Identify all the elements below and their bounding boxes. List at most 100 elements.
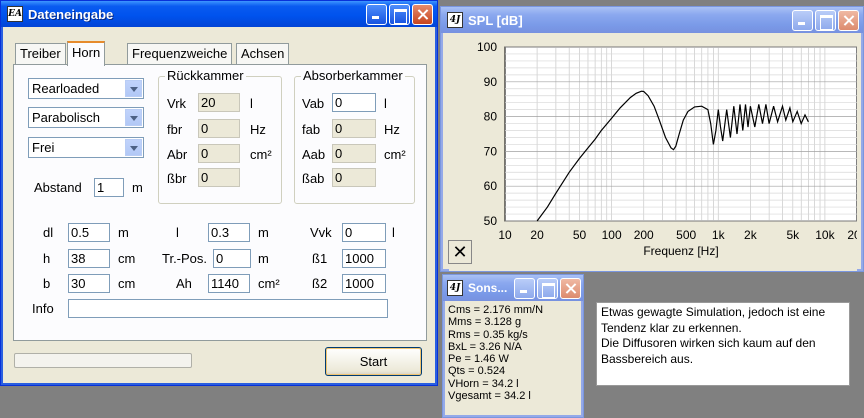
h-input[interactable]: 38 xyxy=(68,249,110,268)
vab-label: Vab xyxy=(302,96,325,111)
plot-area: 50 60 70 80 90 100 10 20 50 100 200 500 1k 2k 5k 10k 20k… xyxy=(449,35,857,271)
absorberkammer-title: Absorberkammer xyxy=(301,68,405,83)
abstand-unit: m xyxy=(132,180,143,195)
aab-field: 0 xyxy=(332,144,376,163)
l-unit: m xyxy=(258,225,269,240)
vvk-unit: l xyxy=(392,225,395,240)
spl-window-title: SPL [dB] xyxy=(468,12,523,28)
fbr-label: fbr xyxy=(167,122,183,137)
abstand-input[interactable]: 1 xyxy=(94,178,124,197)
aab-label: Aab xyxy=(302,147,326,162)
maximize-icon[interactable] xyxy=(537,277,558,299)
sons-titlebar[interactable]: 4J Sons... xyxy=(443,275,583,301)
info-label: Info xyxy=(32,301,54,316)
abr-field: 0 xyxy=(198,144,240,163)
vvk-input[interactable]: 0 xyxy=(342,223,386,242)
tab-treiber[interactable]: Treiber xyxy=(15,43,66,65)
start-button[interactable]: Start xyxy=(325,347,422,376)
chevron-down-icon[interactable] xyxy=(125,80,142,97)
note-line: Tendenz klar zu erkennen. xyxy=(601,320,742,335)
trpos-input[interactable]: 0 xyxy=(213,249,251,268)
dateneingabe-window: EA Dateneingabe Treiber Horn Frequenzwei… xyxy=(0,0,438,386)
horn-type-value: Rearloaded xyxy=(32,81,100,96)
list-item: BxL = 3.26 N/A xyxy=(448,340,522,353)
x-tick-label: 50 xyxy=(573,228,587,242)
sons-window-title: Sons... xyxy=(468,281,508,295)
fbr-field: 0 xyxy=(198,119,240,138)
fab-field: 0 xyxy=(332,119,376,138)
list-item: Cms = 2.176 mm/N xyxy=(448,304,544,316)
b1-input[interactable]: 1000 xyxy=(342,249,386,268)
list-item: Mms = 3.128 g xyxy=(448,316,522,329)
minimize-icon[interactable] xyxy=(792,9,813,31)
abr-label: Abr xyxy=(167,147,188,162)
fab-label: fab xyxy=(302,122,321,137)
chevron-down-icon[interactable] xyxy=(125,139,142,156)
x-tick-label: 100 xyxy=(602,228,622,242)
note-line: Bassbereich aus. xyxy=(601,351,694,366)
ah-input[interactable]: 1140 xyxy=(208,274,250,293)
vab-input[interactable]: 0 xyxy=(332,93,376,112)
tab-horn[interactable]: Horn xyxy=(67,41,106,66)
progress-bar xyxy=(14,353,192,368)
minimize-icon[interactable] xyxy=(366,3,387,25)
l-input[interactable]: 0.3 xyxy=(208,223,250,242)
vrk-label: Vrk xyxy=(167,96,187,111)
vvk-label: Vvk xyxy=(310,225,332,240)
spl-chart: 50 60 70 80 90 100 10 20 50 100 200 500 1k 2k 5k 10k 20k… xyxy=(477,40,857,258)
h-unit: cm xyxy=(118,251,136,266)
maximize-icon[interactable] xyxy=(389,3,410,25)
app-icon: 4J xyxy=(447,280,463,296)
x-tick-label: 200 xyxy=(634,228,654,242)
dateneingabe-titlebar[interactable]: EA Dateneingabe xyxy=(1,1,437,27)
horn-tab-panel: Rearloaded Parabolisch Frei Abstand 1 m … xyxy=(13,64,427,341)
b1-label: ß1 xyxy=(312,251,328,266)
spl-titlebar[interactable]: 4J SPL [dB] xyxy=(441,7,863,33)
close-plot-icon[interactable]: ✕ xyxy=(448,240,472,264)
bbr-field: 0 xyxy=(198,168,240,187)
chevron-down-icon[interactable] xyxy=(125,109,142,126)
aab-unit: cm² xyxy=(384,147,406,162)
vrk-unit: l xyxy=(250,96,253,111)
dl-label: dl xyxy=(43,225,54,240)
dl-input[interactable]: 0.5 xyxy=(68,223,110,242)
note-line: Etwas gewagte Simulation, jedoch ist ein… xyxy=(601,305,826,319)
vrk-field: 20 xyxy=(198,93,240,112)
bab-label: ßab xyxy=(302,171,325,186)
x-tick-label: 5k xyxy=(786,228,800,242)
mount-select[interactable]: Frei xyxy=(28,137,144,158)
b-unit: cm xyxy=(118,276,136,291)
close-icon[interactable] xyxy=(412,3,433,25)
minimize-icon[interactable] xyxy=(514,277,535,299)
ah-label: Ah xyxy=(176,276,192,291)
list-item: Qts = 0.524 xyxy=(448,365,506,378)
driver-params-list: Cms = 2.176 mm/N Mms = 3.128 g Rms = 0.3… xyxy=(448,304,580,414)
close-icon[interactable] xyxy=(838,9,859,31)
abr-unit: cm² xyxy=(250,147,272,162)
b-input[interactable]: 30 xyxy=(68,274,110,293)
close-icon[interactable] xyxy=(560,277,581,299)
y-tick-label: 60 xyxy=(484,179,498,193)
y-tick-label: 50 xyxy=(484,214,498,228)
maximize-icon[interactable] xyxy=(815,9,836,31)
tab-frequenzweiche[interactable]: Frequenzweiche xyxy=(127,43,233,65)
x-tick-label: 10 xyxy=(498,228,512,242)
fbr-unit: Hz xyxy=(250,122,266,137)
fab-unit: Hz xyxy=(384,122,400,137)
horn-type-select[interactable]: Rearloaded xyxy=(28,78,144,99)
b2-input[interactable]: 1000 xyxy=(342,274,386,293)
x-tick-label: 10k xyxy=(815,228,835,242)
tab-achsen[interactable]: Achsen xyxy=(236,43,290,65)
bbr-label: ßbr xyxy=(167,171,187,186)
h-label: h xyxy=(43,251,51,266)
horn-profile-select[interactable]: Parabolisch xyxy=(28,107,144,128)
x-tick-label: 500 xyxy=(676,228,696,242)
spl-window: 4J SPL [dB] 50 60 70 80 90 100 10 20 50 100 200 500… xyxy=(440,6,864,272)
window-title: Dateneingabe xyxy=(28,6,114,22)
x-axis-label: Frequenz [Hz] xyxy=(643,244,718,258)
abstand-label: Abstand xyxy=(34,180,82,195)
list-item: Pe = 1.46 W xyxy=(448,353,509,366)
trpos-unit: m xyxy=(258,251,269,266)
l-label: l xyxy=(176,225,179,240)
info-input[interactable] xyxy=(68,299,388,318)
